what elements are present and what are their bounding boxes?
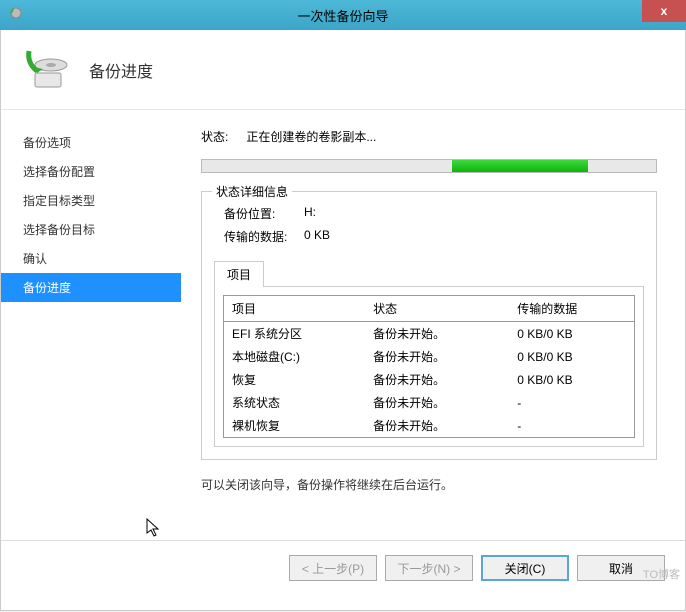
cell-data: 0 KB/0 KB bbox=[509, 322, 634, 346]
cell-data: 0 KB/0 KB bbox=[509, 345, 634, 368]
progress-bar bbox=[201, 159, 657, 173]
next-button: 下一步(N) > bbox=[385, 555, 473, 581]
details-legend: 状态详细信息 bbox=[212, 183, 292, 200]
transferred-label: 传输的数据: bbox=[224, 228, 304, 245]
table-row[interactable]: 本地磁盘(C:)备份未开始。0 KB/0 KB bbox=[224, 345, 635, 368]
status-label: 状态: bbox=[201, 128, 228, 145]
tab-items[interactable]: 项目 bbox=[214, 261, 264, 287]
cell-item: 裸机恢复 bbox=[224, 414, 366, 438]
step-progress[interactable]: 备份进度 bbox=[1, 273, 181, 302]
tab-content: 项目 状态 传输的数据 EFI 系统分区备份未开始。0 KB/0 KB本地磁盘(… bbox=[214, 286, 644, 447]
cell-status: 备份未开始。 bbox=[365, 345, 509, 368]
status-line: 状态: 正在创建卷的卷影副本... bbox=[201, 128, 657, 145]
status-value: 正在创建卷的卷影副本... bbox=[246, 128, 376, 145]
main-panel: 状态: 正在创建卷的卷影副本... 状态详细信息 备份位置: H: 传输的数据:… bbox=[181, 110, 685, 540]
cell-data: - bbox=[509, 391, 634, 414]
footer-note: 可以关闭该向导，备份操作将继续在后台运行。 bbox=[201, 476, 657, 493]
progress-fill bbox=[452, 160, 588, 172]
cell-status: 备份未开始。 bbox=[365, 322, 509, 346]
step-confirm[interactable]: 确认 bbox=[1, 244, 181, 273]
cell-item: 恢复 bbox=[224, 368, 366, 391]
step-backup-options[interactable]: 备份选项 bbox=[1, 128, 181, 157]
wizard-icon bbox=[8, 7, 24, 23]
close-wizard-button[interactable]: 关闭(C) bbox=[481, 555, 569, 581]
details-group: 状态详细信息 备份位置: H: 传输的数据: 0 KB 项目 bbox=[201, 191, 657, 460]
backup-location-row: 备份位置: H: bbox=[214, 202, 644, 225]
cell-item: EFI 系统分区 bbox=[224, 322, 366, 346]
window-body: 备份进度 备份选项 选择备份配置 指定目标类型 选择备份目标 确认 备份进度 状… bbox=[0, 30, 686, 611]
cell-data: 0 KB/0 KB bbox=[509, 368, 634, 391]
step-select-target[interactable]: 选择备份目标 bbox=[1, 215, 181, 244]
tab-header: 项目 bbox=[214, 260, 644, 286]
wizard-header: 备份进度 bbox=[1, 30, 685, 110]
cell-status: 备份未开始。 bbox=[365, 368, 509, 391]
wizard-steps: 备份选项 选择备份配置 指定目标类型 选择备份目标 确认 备份进度 bbox=[1, 110, 181, 540]
items-table: 项目 状态 传输的数据 EFI 系统分区备份未开始。0 KB/0 KB本地磁盘(… bbox=[223, 295, 635, 438]
cell-item: 系统状态 bbox=[224, 391, 366, 414]
cell-status: 备份未开始。 bbox=[365, 414, 509, 438]
cell-data: - bbox=[509, 414, 634, 438]
button-footer: < 上一步(P) 下一步(N) > 关闭(C) 取消 bbox=[1, 540, 685, 595]
transferred-value: 0 KB bbox=[304, 228, 330, 245]
window-title: 一次性备份向导 bbox=[297, 6, 388, 25]
close-button[interactable]: x bbox=[642, 0, 686, 22]
table-row[interactable]: 裸机恢复备份未开始。- bbox=[224, 414, 635, 438]
step-target-type[interactable]: 指定目标类型 bbox=[1, 186, 181, 215]
location-value: H: bbox=[304, 205, 316, 222]
content-area: 备份选项 选择备份配置 指定目标类型 选择备份目标 确认 备份进度 状态: 正在… bbox=[1, 110, 685, 540]
tab-area: 项目 项目 状态 传输的数据 EFI 系统分区备份未开始。0 KB bbox=[214, 260, 644, 447]
col-data: 传输的数据 bbox=[509, 296, 634, 322]
watermark: TO博客 bbox=[643, 566, 680, 582]
prev-button: < 上一步(P) bbox=[289, 555, 377, 581]
page-title: 备份进度 bbox=[89, 58, 153, 82]
location-label: 备份位置: bbox=[224, 205, 304, 222]
col-status: 状态 bbox=[365, 296, 509, 322]
backup-icon bbox=[21, 45, 71, 95]
step-select-config[interactable]: 选择备份配置 bbox=[1, 157, 181, 186]
col-item: 项目 bbox=[224, 296, 366, 322]
cell-status: 备份未开始。 bbox=[365, 391, 509, 414]
table-row[interactable]: 恢复备份未开始。0 KB/0 KB bbox=[224, 368, 635, 391]
table-row[interactable]: 系统状态备份未开始。- bbox=[224, 391, 635, 414]
table-row[interactable]: EFI 系统分区备份未开始。0 KB/0 KB bbox=[224, 322, 635, 346]
cell-item: 本地磁盘(C:) bbox=[224, 345, 366, 368]
transferred-row: 传输的数据: 0 KB bbox=[214, 225, 644, 248]
titlebar: 一次性备份向导 x bbox=[0, 0, 686, 30]
